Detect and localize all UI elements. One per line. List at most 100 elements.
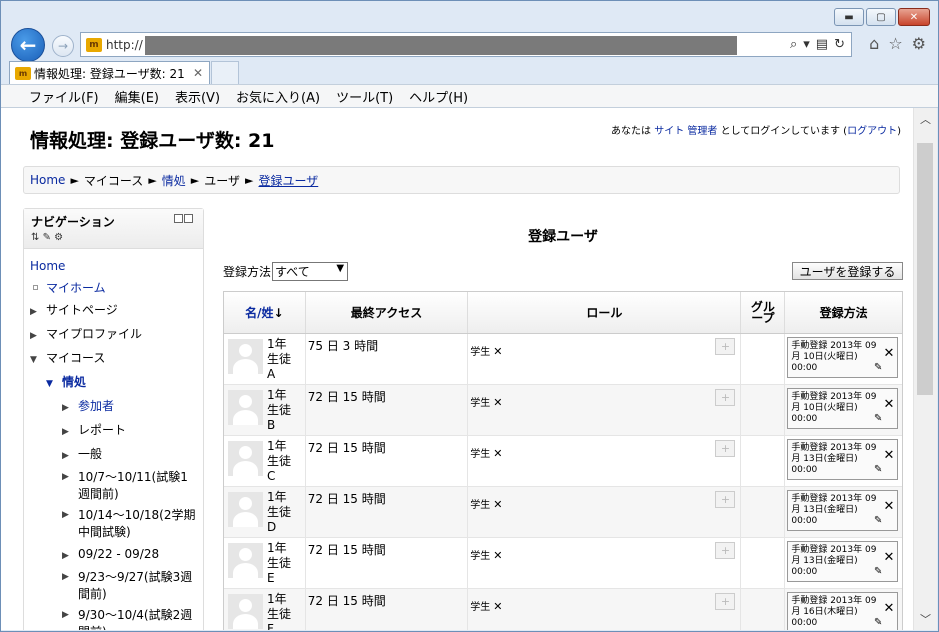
home-icon[interactable]: ⌂ [869, 34, 879, 53]
breadcrumb-separator: ► [70, 173, 79, 187]
add-role-icon[interactable]: + [715, 542, 736, 559]
enrol-users-button[interactable]: ユーザを登録する [792, 262, 903, 280]
user-name-link[interactable]: 1年生徒D [267, 490, 297, 534]
logout-link[interactable]: ログアウト [847, 126, 897, 137]
sort-arrow-icon: ↓ [273, 305, 284, 320]
page-scrollbar[interactable]: ︿ ﹀ [913, 108, 937, 630]
scrollbar-thumb[interactable] [917, 143, 933, 395]
scroll-up-icon[interactable]: ︿ [914, 110, 937, 128]
dock-block-icon[interactable] [184, 214, 193, 223]
search-icon[interactable]: ⌕ [790, 37, 797, 52]
edit-enrolment-icon[interactable]: ✎ [874, 617, 882, 628]
menu-view[interactable]: 表示(V) [175, 87, 220, 106]
unenrol-icon[interactable]: ✕ [883, 551, 894, 564]
nav-item-myhome[interactable]: マイホーム [30, 277, 203, 299]
sort-lastname-link[interactable]: 姓 [262, 304, 274, 321]
collapse-triangle-icon: ▼ [46, 379, 53, 389]
remove-role-icon[interactable]: ✕ [493, 345, 502, 358]
enrol-method-select[interactable]: すべて ▼ [272, 262, 349, 281]
remove-role-icon[interactable]: ✕ [493, 447, 502, 460]
remove-role-icon[interactable]: ✕ [493, 498, 502, 511]
nav-item-reports[interactable]: ▶ レポート [30, 419, 203, 443]
edit-icon[interactable]: ✎ [43, 232, 51, 243]
remove-role-icon[interactable]: ✕ [493, 396, 502, 409]
refresh-icon[interactable]: ↻ [834, 37, 845, 52]
nav-item-sitepages[interactable]: ▶ サイトページ [30, 299, 203, 323]
user-cell: 1年生徒F [224, 589, 306, 630]
user-name-link[interactable]: 1年生徒C [267, 439, 297, 483]
avatar[interactable] [228, 441, 263, 476]
avatar[interactable] [228, 543, 263, 578]
edit-enrolment-icon[interactable]: ✎ [874, 515, 882, 526]
menu-tools[interactable]: ツール(T) [336, 87, 393, 106]
compat-view-icon[interactable]: ▤ [816, 37, 828, 52]
user-name-link[interactable]: 1年生徒B [267, 388, 297, 432]
unenrol-icon[interactable]: ✕ [883, 602, 894, 615]
menu-help[interactable]: ヘルプ(H) [409, 87, 468, 106]
edit-enrolment-icon[interactable]: ✎ [874, 362, 882, 373]
configure-icon[interactable]: ⚙ [54, 232, 63, 243]
menu-favorites[interactable]: お気に入り(A) [236, 87, 320, 106]
breadcrumb-home[interactable]: Home [30, 173, 65, 187]
nav-item-mycourses[interactable]: ▼ マイコース [30, 347, 203, 371]
user-name-link[interactable]: 1年生徒E [267, 541, 297, 585]
avatar[interactable] [228, 339, 263, 374]
move-icon[interactable]: ⇅ [31, 232, 39, 243]
avatar[interactable] [228, 390, 263, 425]
breadcrumb-enrolled-users[interactable]: 登録ユーザ [259, 172, 319, 189]
browser-tab[interactable]: m 情報処理: 登録ユーザ数: 21 ✕ [9, 61, 210, 84]
forward-arrow-icon[interactable]: → [52, 35, 74, 57]
nav-item-week[interactable]: ▶ 10/7〜10/11(試験1週間前) [30, 467, 203, 505]
dropdown-icon[interactable]: ▾ [803, 37, 810, 52]
nav-item-week[interactable]: ▶ 9/23〜9/27(試験3週間前) [30, 567, 203, 605]
menu-edit[interactable]: 編集(E) [115, 87, 159, 106]
edit-enrolment-icon[interactable]: ✎ [874, 413, 882, 424]
navigation-block: ナビゲーション ⇅ ✎ ⚙ Home マイホーム ▶ サイトページ ▶ マイプロファ… [23, 208, 204, 630]
add-role-icon[interactable]: + [715, 593, 736, 610]
scroll-down-icon[interactable]: ﹀ [914, 610, 937, 628]
unenrol-icon[interactable]: ✕ [883, 449, 894, 462]
role-cell: 学生 ✕ + [468, 436, 742, 486]
user-name-link[interactable]: 1年生徒A [267, 337, 297, 381]
add-role-icon[interactable]: + [715, 338, 736, 355]
collapse-block-icon[interactable] [174, 214, 183, 223]
nav-item-participants[interactable]: ▶ 参加者 [30, 395, 203, 419]
address-bar[interactable]: m http:// ⌕ ▾ ▤ ↻ [80, 32, 852, 57]
avatar[interactable] [228, 492, 263, 527]
unenrol-icon[interactable]: ✕ [883, 398, 894, 411]
minimize-icon[interactable]: ▬ [834, 8, 864, 26]
favorites-star-icon[interactable]: ☆ [888, 34, 902, 53]
nav-item-week[interactable]: ▶ 9/30〜10/4(試験2週間前) [30, 605, 203, 630]
avatar[interactable] [228, 594, 263, 629]
nav-item-course[interactable]: ▼ 情処 [30, 371, 203, 395]
edit-enrolment-icon[interactable]: ✎ [874, 464, 882, 475]
breadcrumb-course[interactable]: 情処 [162, 172, 186, 189]
group-cell [741, 538, 786, 588]
add-role-icon[interactable]: + [715, 389, 736, 406]
nav-item-general[interactable]: ▶ 一般 [30, 443, 203, 467]
login-user-link[interactable]: サイト 管理者 [654, 126, 717, 137]
add-role-icon[interactable]: + [715, 440, 736, 457]
user-name-link[interactable]: 1年生徒F [267, 592, 297, 630]
enrol-method-label: 登録方法 [223, 265, 272, 279]
new-tab-button[interactable] [211, 61, 239, 84]
nav-item-home[interactable]: Home [30, 255, 203, 277]
sort-firstname-link[interactable]: 名 [245, 304, 257, 321]
unenrol-icon[interactable]: ✕ [883, 500, 894, 513]
back-arrow-icon[interactable]: ← [11, 28, 45, 62]
settings-gear-icon[interactable]: ⚙ [912, 34, 926, 53]
nav-item-myprofile[interactable]: ▶ マイプロファイル [30, 323, 203, 347]
group-cell [741, 334, 786, 384]
nav-item-week[interactable]: ▶ 09/22 - 09/28 [30, 543, 203, 567]
unenrol-icon[interactable]: ✕ [883, 347, 894, 360]
add-role-icon[interactable]: + [715, 491, 736, 508]
menu-file[interactable]: ファイル(F) [29, 87, 99, 106]
maximize-icon[interactable]: ▢ [866, 8, 896, 26]
remove-role-icon[interactable]: ✕ [493, 600, 502, 613]
close-icon[interactable]: ✕ [898, 8, 930, 26]
edit-enrolment-icon[interactable]: ✎ [874, 566, 882, 577]
tab-close-icon[interactable]: ✕ [193, 66, 203, 80]
login-prefix: あなたは [611, 126, 655, 137]
nav-item-week[interactable]: ▶ 10/14〜10/18(2学期中間試験) [30, 505, 203, 543]
remove-role-icon[interactable]: ✕ [493, 549, 502, 562]
